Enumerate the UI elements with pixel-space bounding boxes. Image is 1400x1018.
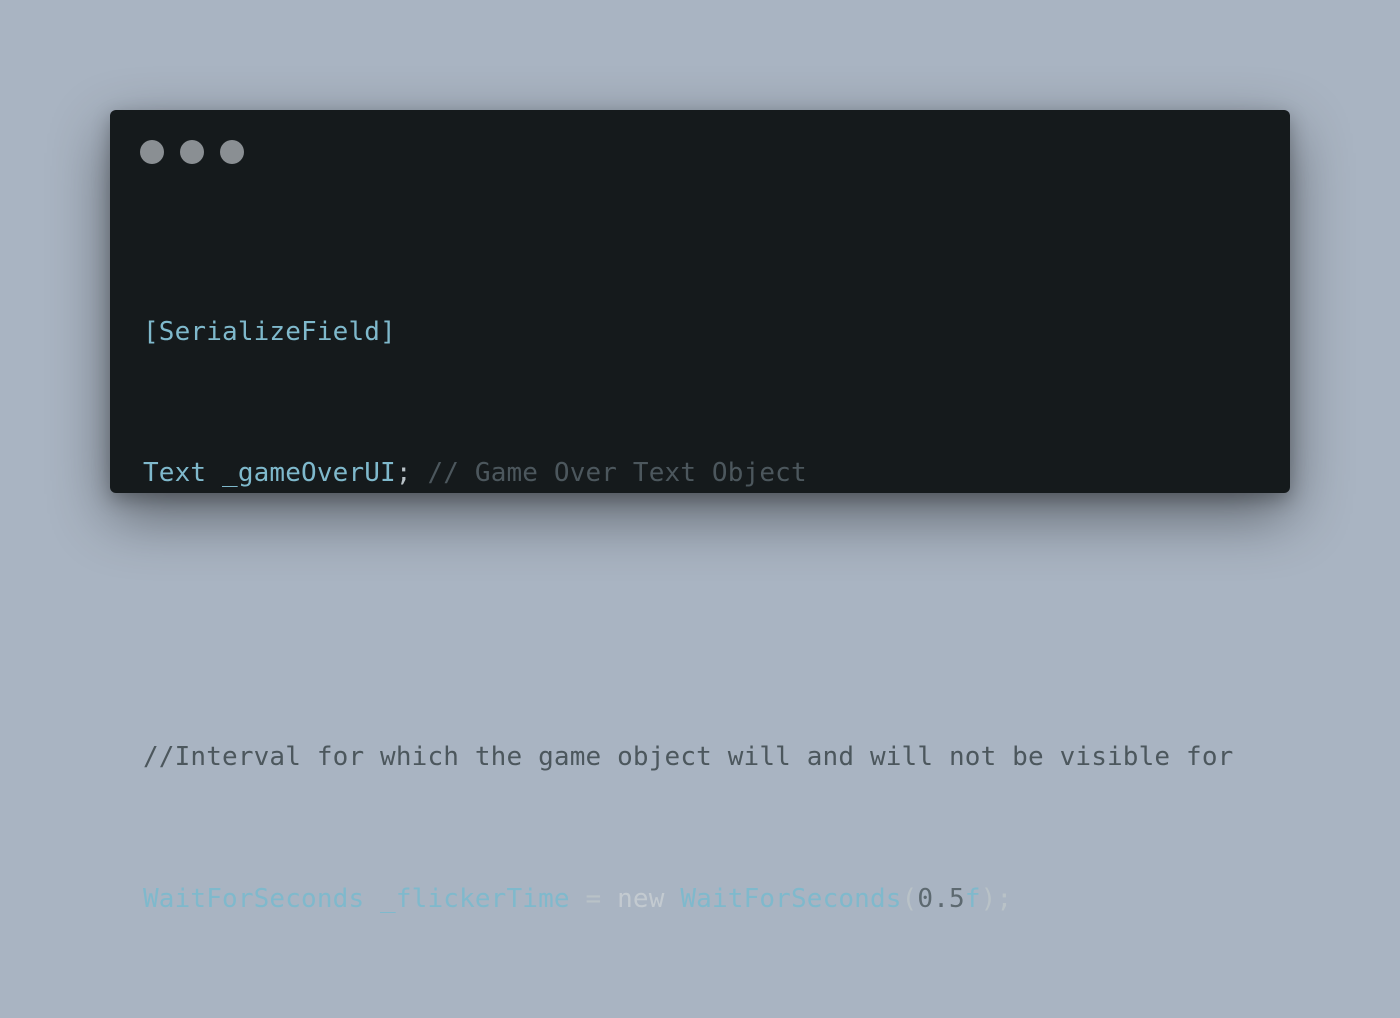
- comment-token: //Interval for which the game object wil…: [143, 742, 1234, 773]
- paren-open-token: (: [901, 884, 918, 915]
- number-suffix-token: f: [964, 884, 981, 915]
- code-block: [SerializeField] Text _gameOverUI; // Ga…: [143, 214, 1270, 1018]
- variable-token: _gameOverUI: [206, 458, 396, 489]
- number-token: 0.5: [917, 884, 965, 915]
- code-line-4: //Interval for which the game object wil…: [143, 734, 1270, 781]
- semicolon-token: ;: [395, 458, 412, 489]
- keyword-token: new: [617, 884, 665, 915]
- paren-close-token: );: [980, 884, 1013, 915]
- code-line-2: Text _gameOverUI; // Game Over Text Obje…: [143, 450, 1270, 497]
- assign-token: =: [569, 884, 618, 915]
- code-window: [SerializeField] Text _gameOverUI; // Ga…: [110, 110, 1290, 914]
- variable-token: _flickerTime: [364, 884, 570, 915]
- maximize-dot: [220, 140, 244, 164]
- constructor-token: WaitForSeconds: [664, 884, 902, 915]
- minimize-dot: [180, 140, 204, 164]
- attribute-token: [SerializeField]: [143, 316, 396, 347]
- close-dot: [140, 140, 164, 164]
- code-line-1: [SerializeField]: [143, 309, 1270, 356]
- type-token: WaitForSeconds: [143, 884, 365, 915]
- comment-token: // Game Over Text Object: [411, 458, 807, 489]
- type-token: Text: [143, 458, 207, 489]
- code-line-5: WaitForSeconds _flickerTime = new WaitFo…: [143, 876, 1270, 923]
- window-controls: [140, 140, 244, 164]
